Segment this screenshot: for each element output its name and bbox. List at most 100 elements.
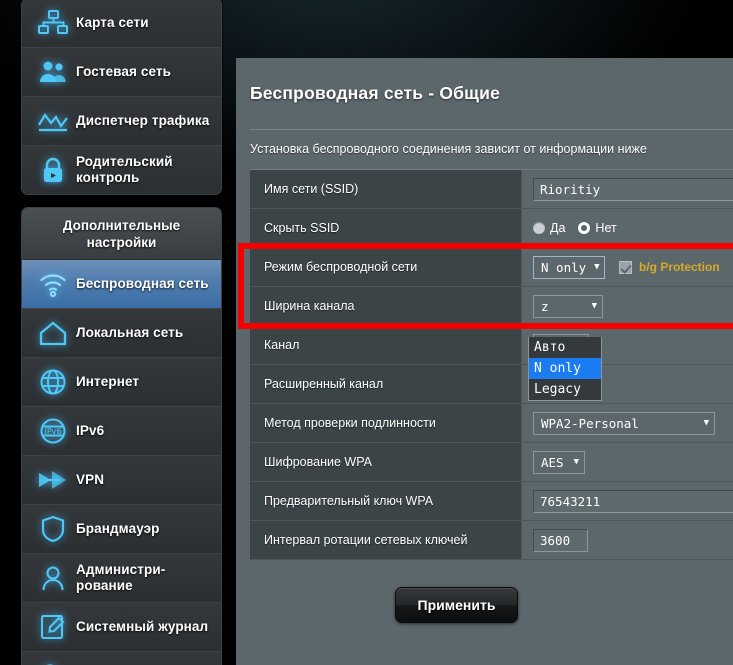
rotation-interval-input[interactable]: 3600 xyxy=(533,528,588,552)
wireless-mode-dropdown-list[interactable]: Авто N only Legacy xyxy=(528,337,602,401)
vpn-icon xyxy=(30,460,76,500)
wpa-encryption-select[interactable]: AES ▼ xyxy=(533,450,585,474)
panel-subtitle: Установка беспроводного соединения завис… xyxy=(250,142,647,156)
form-row-ssid: Имя сети (SSID) Rioritiy xyxy=(250,170,733,209)
form-field-auth-method: WPA2-Personal ▼ xyxy=(522,404,733,442)
sidebar-item-administration[interactable]: Администри- рование xyxy=(22,554,221,603)
sidebar-item-label: VPN xyxy=(76,472,105,487)
sidebar-item-network-map[interactable]: Карта сети xyxy=(22,0,221,48)
parental-control-icon xyxy=(30,150,76,190)
hide-ssid-radio-group: Да Нет xyxy=(533,221,617,235)
bg-protection-label: b/g Protection xyxy=(639,260,720,274)
svg-text:IPv6: IPv6 xyxy=(44,427,61,436)
form-row-ext-channel: Расширенный канал Авто ▼ xyxy=(250,365,733,404)
form-field-wpa-encryption: AES ▼ xyxy=(522,443,733,481)
sidebar-item-firewall[interactable]: Брандмауэр xyxy=(22,505,221,554)
home-icon xyxy=(30,313,76,353)
sidebar-item-internet[interactable]: Интернет xyxy=(22,358,221,407)
wireless-mode-select[interactable]: N only ▼ xyxy=(533,255,605,279)
sidebar-item-label: Гостевая сеть xyxy=(76,64,171,79)
form-field-hide-ssid: Да Нет xyxy=(522,209,733,247)
form-row-channel-width: Ширина канала z ▼ xyxy=(250,287,733,326)
apply-button-area: Применить xyxy=(250,560,733,650)
hide-ssid-radio-yes[interactable]: Да xyxy=(533,221,565,235)
auth-method-select[interactable]: WPA2-Personal ▼ xyxy=(533,411,715,435)
form-label-wpa-encryption: Шифрование WPA xyxy=(250,443,522,481)
router-admin-screen: Карта сети Гостевая сеть Диспетчер трафи… xyxy=(0,0,733,665)
bg-protection-control[interactable]: b/g Protection xyxy=(619,260,720,274)
sidebar-item-system-log[interactable]: Системный журнал xyxy=(22,603,221,652)
sidebar-item-ipv6[interactable]: IPv6 IPv6 xyxy=(22,407,221,456)
chevron-down-icon: ▼ xyxy=(573,456,579,467)
chevron-down-icon: ▼ xyxy=(703,417,709,428)
auth-method-value: WPA2-Personal xyxy=(541,415,639,431)
form-field-channel-width: z ▼ xyxy=(522,287,733,325)
wireless-mode-value: N only xyxy=(541,259,587,275)
page-title: Беспроводная сеть - Общие xyxy=(250,83,501,103)
shield-icon xyxy=(30,509,76,549)
sidebar-item-label: Брандмауэр xyxy=(76,521,160,536)
form-row-wpa-key: Предварительный ключ WPA 76543211 xyxy=(250,482,733,521)
form-label-wpa-key: Предварительный ключ WPA xyxy=(250,482,522,520)
sidebar-item-vpn[interactable]: VPN xyxy=(22,456,221,505)
sidebar-item-traffic-manager[interactable]: Диспетчер трафика xyxy=(22,97,221,146)
dropdown-option-n-only[interactable]: N only xyxy=(529,358,601,379)
sidebar-item-label: IPv6 xyxy=(76,423,105,438)
hide-ssid-radio-no[interactable]: Нет xyxy=(578,221,617,235)
form-label-rotation-interval: Интервал ротации сетевых ключей xyxy=(250,521,522,559)
guest-network-icon xyxy=(30,52,76,92)
form-label-hide-ssid: Скрыть SSID xyxy=(250,209,522,247)
sidebar-primary-group: Карта сети Гостевая сеть Диспетчер трафи… xyxy=(21,0,222,195)
form-field-wpa-key: 76543211 xyxy=(522,482,733,520)
tools-icon xyxy=(30,656,76,665)
sidebar-item-label: Беспроводная сеть xyxy=(76,276,209,291)
sidebar-item-label: Локальная сеть xyxy=(76,325,184,340)
wpa-key-input[interactable]: 76543211 xyxy=(533,489,733,513)
chevron-down-icon: ▼ xyxy=(591,300,597,311)
wpa-encryption-value: AES xyxy=(541,454,564,470)
sidebar-item-wireless[interactable]: Беспроводная сеть xyxy=(22,260,221,309)
radio-label: Да xyxy=(550,221,566,235)
sidebar-item-guest-network[interactable]: Гостевая сеть xyxy=(22,48,221,97)
main-panel: Беспроводная сеть - Общие Установка бесп… xyxy=(236,58,733,665)
form-label-channel: Канал xyxy=(250,326,522,364)
ssid-input[interactable]: Rioritiy xyxy=(533,177,733,201)
sidebar-item-label: Администри- рование xyxy=(76,562,166,593)
dropdown-option-auto[interactable]: Авто xyxy=(529,337,601,358)
sidebar: Карта сети Гостевая сеть Диспетчер трафи… xyxy=(21,0,222,665)
channel-width-select[interactable]: z ▼ xyxy=(533,294,603,318)
radio-circle-selected xyxy=(578,222,591,234)
sidebar-item-label: Карта сети xyxy=(76,15,149,30)
form-row-wireless-mode: Режим беспроводной сети N only ▼ b/g Pro… xyxy=(250,248,733,287)
form-row-rotation-interval: Интервал ротации сетевых ключей 3600 xyxy=(250,521,733,560)
dropdown-option-legacy[interactable]: Legacy xyxy=(529,379,601,400)
wifi-icon xyxy=(30,264,76,304)
chevron-down-icon: ▼ xyxy=(594,261,600,272)
wireless-settings-form: Имя сети (SSID) Rioritiy Скрыть SSID Да xyxy=(250,169,733,560)
form-label-ssid: Имя сети (SSID) xyxy=(250,170,522,208)
log-icon xyxy=(30,607,76,647)
form-field-rotation-interval: 3600 xyxy=(522,521,733,559)
sidebar-item-network-tools[interactable]: Сетевые утилиты xyxy=(22,652,221,665)
form-label-auth-method: Метод проверки подлинности xyxy=(250,404,522,442)
apply-button[interactable]: Применить xyxy=(394,587,519,623)
form-row-hide-ssid: Скрыть SSID Да Нет xyxy=(250,209,733,248)
network-map-icon xyxy=(30,3,76,43)
ipv6-icon: IPv6 xyxy=(30,411,76,451)
radio-label: Нет xyxy=(595,221,617,235)
sidebar-item-parental-control[interactable]: Родительский контроль xyxy=(22,146,221,194)
sidebar-advanced-group: Дополнительные настройки Беспроводная се… xyxy=(21,207,222,665)
sidebar-group-spacer xyxy=(21,195,222,207)
globe-icon xyxy=(30,362,76,402)
user-icon xyxy=(30,558,76,598)
form-field-ssid: Rioritiy xyxy=(522,170,733,208)
form-label-ext-channel: Расширенный канал xyxy=(250,365,522,403)
form-label-wireless-mode: Режим беспроводной сети xyxy=(250,248,522,286)
traffic-manager-icon xyxy=(30,101,76,141)
channel-width-value: z xyxy=(541,298,549,314)
form-field-wireless-mode: N only ▼ b/g Protection xyxy=(522,248,733,286)
bg-protection-checkbox[interactable] xyxy=(619,260,632,274)
sidebar-item-lan[interactable]: Локальная сеть xyxy=(22,309,221,358)
form-row-wpa-encryption: Шифрование WPA AES ▼ xyxy=(250,443,733,482)
form-row-channel: Канал Авто ▼ xyxy=(250,326,733,365)
